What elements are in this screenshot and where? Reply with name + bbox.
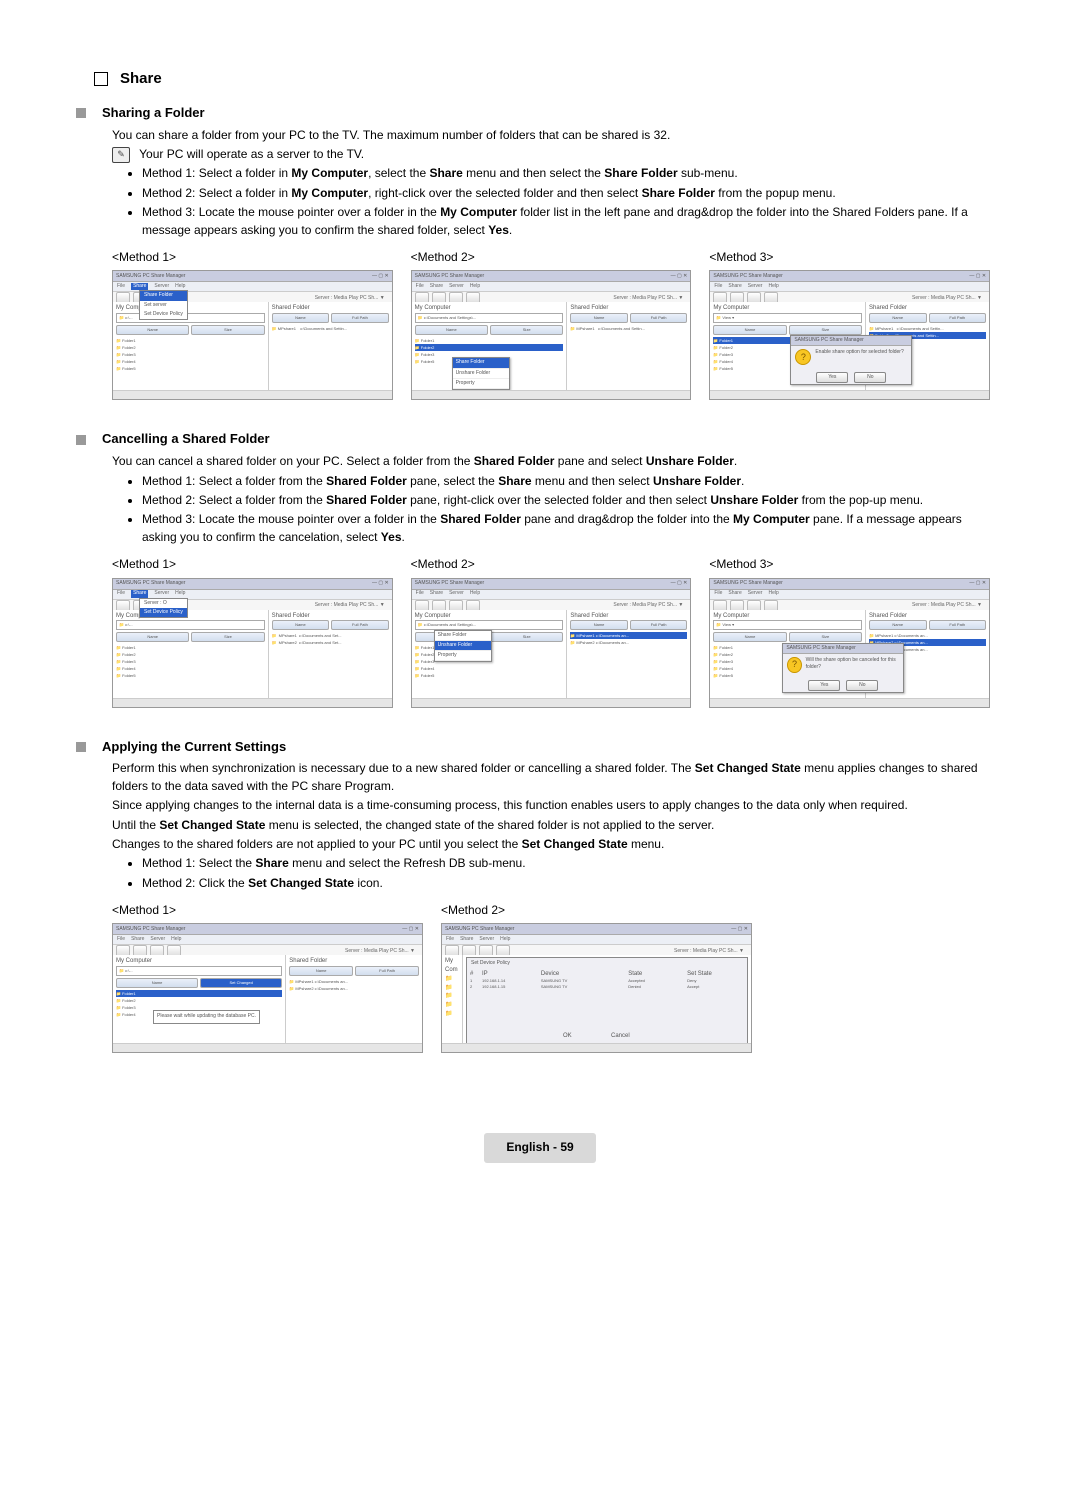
- method2-label: <Method 2>: [411, 556, 692, 573]
- page-footer: English - 59: [90, 1133, 990, 1162]
- sharing-note: Your PC will operate as a server to the …: [139, 147, 364, 161]
- sharing-bullet-3: Method 3: Locate the mouse pointer over …: [142, 204, 990, 239]
- subheading-sharing: Sharing a Folder: [94, 104, 990, 123]
- cancelling-method1: <Method 1> SAMSUNG PC Share Manager— ▢ ✕…: [112, 556, 393, 707]
- share-heading-text: Share: [120, 68, 162, 90]
- screenshot-apply-m2: SAMSUNG PC Share Manager— ▢ ✕ FileShareS…: [441, 923, 752, 1053]
- no-button[interactable]: No: [846, 680, 878, 691]
- sharing-bullet-1: Method 1: Select a folder in My Computer…: [142, 165, 990, 182]
- cancelling-bullets: Method 1: Select a folder from the Share…: [112, 473, 990, 547]
- applying-p1: Perform this when synchronization is nec…: [112, 760, 990, 795]
- applying-p2: Since applying changes to the internal d…: [112, 797, 990, 814]
- method3-label: <Method 3>: [709, 556, 990, 573]
- method1-label: <Method 1>: [112, 556, 393, 573]
- method2-label: <Method 2>: [441, 902, 752, 919]
- sharing-methods-row: <Method 1> SAMSUNG PC Share Manager— ▢ ✕…: [112, 249, 990, 400]
- cancel-button[interactable]: Cancel: [611, 1032, 651, 1041]
- sharing-bullet-2: Method 2: Select a folder in My Computer…: [142, 185, 990, 202]
- cancelling-methods-row: <Method 1> SAMSUNG PC Share Manager— ▢ ✕…: [112, 556, 990, 707]
- ok-button[interactable]: OK: [563, 1032, 603, 1041]
- checkbox-icon: [94, 72, 108, 86]
- sharing-title: Sharing a Folder: [102, 104, 205, 123]
- warning-icon: ?: [795, 349, 811, 365]
- screenshot-share-m2: SAMSUNG PC Share Manager— ▢ ✕ FileShareS…: [411, 270, 692, 400]
- cancelling-bullet-2: Method 2: Select a folder from the Share…: [142, 492, 990, 509]
- screenshot-share-m1: SAMSUNG PC Share Manager— ▢ ✕ File Share…: [112, 270, 393, 400]
- sharing-method2: <Method 2> SAMSUNG PC Share Manager— ▢ ✕…: [411, 249, 692, 400]
- applying-p4: Changes to the shared folders are not ap…: [112, 836, 990, 853]
- applying-method2: <Method 2> SAMSUNG PC Share Manager— ▢ ✕…: [441, 902, 752, 1053]
- cancelling-method2: <Method 2> SAMSUNG PC Share Manager— ▢ ✕…: [411, 556, 692, 707]
- screenshot-share-m3: SAMSUNG PC Share Manager— ▢ ✕ FileShareS…: [709, 270, 990, 400]
- applying-bullets: Method 1: Select the Share menu and sele…: [112, 855, 990, 892]
- applying-method1: <Method 1> SAMSUNG PC Share Manager— ▢ ✕…: [112, 902, 423, 1053]
- note-icon: ✎: [112, 147, 130, 163]
- screenshot-cancel-m2: SAMSUNG PC Share Manager— ▢ ✕ FileShareS…: [411, 578, 692, 708]
- cancelling-title: Cancelling a Shared Folder: [102, 430, 270, 449]
- yes-button[interactable]: Yes: [808, 680, 840, 691]
- screenshot-apply-m1: SAMSUNG PC Share Manager— ▢ ✕ FileShareS…: [112, 923, 423, 1053]
- no-button[interactable]: No: [854, 372, 886, 383]
- subheading-cancelling: Cancelling a Shared Folder: [94, 430, 990, 449]
- applying-p3: Until the Set Changed State menu is sele…: [112, 817, 990, 834]
- applying-subsection: Perform this when synchronization is nec…: [112, 760, 990, 1053]
- sharing-subsection: You can share a folder from your PC to t…: [112, 127, 990, 401]
- sharing-note-row: ✎ Your PC will operate as a server to th…: [112, 146, 990, 163]
- square-bullet-icon: [76, 108, 86, 118]
- square-bullet-icon: [76, 742, 86, 752]
- subheading-applying: Applying the Current Settings: [94, 738, 990, 757]
- warning-icon: ?: [787, 657, 801, 673]
- section-heading: Share: [94, 68, 990, 90]
- accept-button[interactable]: Accept: [687, 984, 744, 990]
- method1-label: <Method 1>: [112, 902, 423, 919]
- screenshot-cancel-m3: SAMSUNG PC Share Manager— ▢ ✕ FileShareS…: [709, 578, 990, 708]
- method2-label: <Method 2>: [411, 249, 692, 266]
- applying-title: Applying the Current Settings: [102, 738, 286, 757]
- footer-text: English - 59: [484, 1133, 595, 1162]
- applying-bullet-1: Method 1: Select the Share menu and sele…: [142, 855, 990, 872]
- sharing-bullets: Method 1: Select a folder in My Computer…: [112, 165, 990, 239]
- cancelling-bullet-1: Method 1: Select a folder from the Share…: [142, 473, 990, 490]
- sharing-intro: You can share a folder from your PC to t…: [112, 127, 990, 144]
- screenshot-cancel-m1: SAMSUNG PC Share Manager— ▢ ✕ FileShareS…: [112, 578, 393, 708]
- cancelling-method3: <Method 3> SAMSUNG PC Share Manager— ▢ ✕…: [709, 556, 990, 707]
- yes-button[interactable]: Yes: [816, 372, 848, 383]
- sharing-method3: <Method 3> SAMSUNG PC Share Manager— ▢ ✕…: [709, 249, 990, 400]
- method3-label: <Method 3>: [709, 249, 990, 266]
- square-bullet-icon: [76, 435, 86, 445]
- method1-label: <Method 1>: [112, 249, 393, 266]
- cancelling-subsection: You can cancel a shared folder on your P…: [112, 453, 990, 707]
- sharing-method1: <Method 1> SAMSUNG PC Share Manager— ▢ ✕…: [112, 249, 393, 400]
- applying-methods-row: <Method 1> SAMSUNG PC Share Manager— ▢ ✕…: [112, 902, 752, 1053]
- cancelling-intro: You can cancel a shared folder on your P…: [112, 453, 990, 470]
- cancelling-bullet-3: Method 3: Locate the mouse pointer over …: [142, 511, 990, 546]
- applying-bullet-2: Method 2: Click the Set Changed State ic…: [142, 875, 990, 892]
